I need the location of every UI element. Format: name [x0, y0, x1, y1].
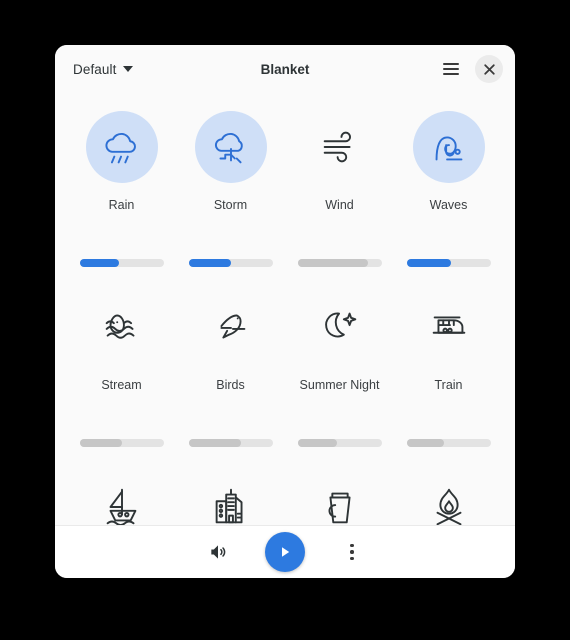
sound-tile-rain[interactable]: Rain	[67, 101, 176, 281]
sound-icon-bubble[interactable]	[86, 291, 158, 363]
moon-star-icon	[324, 312, 356, 338]
volume-slider-stream[interactable]	[79, 439, 164, 447]
sailboat-icon	[106, 488, 136, 525]
sound-grid: Rain Storm Wind Waves Stream Birds Summe…	[55, 101, 515, 525]
volume-slider-train[interactable]	[406, 439, 491, 447]
volume-up-icon	[211, 545, 226, 559]
play-icon	[282, 547, 290, 557]
blanket-window: Default Blanket Rain Storm Wind Waves St…	[55, 45, 515, 578]
sound-icon-bubble[interactable]	[304, 291, 376, 363]
stream-fish-icon	[105, 314, 134, 339]
sound-icon-bubble[interactable]	[195, 291, 267, 363]
city-icon	[215, 488, 243, 524]
sound-label: Stream	[101, 378, 142, 392]
sound-icon-bubble[interactable]	[413, 471, 485, 525]
storm-icon	[214, 133, 243, 164]
sound-icon-bubble[interactable]	[86, 471, 158, 525]
bottom-control-bar	[55, 525, 515, 578]
sound-label: Waves	[429, 198, 468, 212]
close-button[interactable]	[475, 55, 503, 83]
sound-icon-bubble[interactable]	[304, 111, 376, 183]
sound-label: Wind	[325, 198, 354, 212]
volume-slider-fill	[188, 259, 232, 267]
sound-label: Summer Night	[299, 378, 380, 392]
volume-slider-waves[interactable]	[406, 259, 491, 267]
volume-slider-fill	[188, 439, 241, 447]
volume-slider-summer-night[interactable]	[297, 439, 382, 447]
sound-tile-city[interactable]: City	[176, 461, 285, 525]
sound-label: Storm	[213, 198, 248, 212]
coffee-cup-icon	[328, 492, 351, 524]
volume-slider-fill	[79, 439, 122, 447]
sound-tile-summer-night[interactable]: Summer Night	[285, 281, 394, 461]
sound-icon-bubble[interactable]	[85, 111, 158, 183]
sound-label: Birds	[216, 378, 245, 392]
sound-tile-train[interactable]: Train	[394, 281, 503, 461]
volume-slider-wind[interactable]	[297, 259, 382, 267]
bird-icon	[219, 314, 245, 339]
volume-slider-fill	[406, 259, 452, 267]
volume-slider-fill	[79, 259, 119, 267]
sound-icon-bubble[interactable]	[304, 471, 376, 525]
more-options-button[interactable]	[335, 535, 369, 569]
volume-slider-rain[interactable]	[79, 259, 164, 267]
preset-dropdown-button[interactable]: Default	[67, 58, 139, 81]
sound-icon-bubble[interactable]	[412, 111, 485, 183]
rain-icon	[104, 133, 136, 164]
campfire-icon	[436, 488, 461, 525]
sound-tile-storm[interactable]: Storm	[176, 101, 285, 281]
desktop-background: Default Blanket Rain Storm Wind Waves St…	[0, 0, 570, 640]
sound-label: Rain	[108, 198, 135, 212]
sound-tile-wind[interactable]: Wind	[285, 101, 394, 281]
sound-tile-boat[interactable]: Boat	[67, 461, 176, 525]
sound-label: Train	[434, 378, 463, 392]
sound-tile-coffee-shop[interactable]: Coffee Shop	[285, 461, 394, 525]
train-icon	[432, 316, 465, 334]
waves-icon	[435, 136, 462, 161]
sound-icon-bubble[interactable]	[413, 291, 485, 363]
sound-grid-scroll-area[interactable]: Rain Storm Wind Waves Stream Birds Summe…	[55, 93, 515, 525]
header-bar: Default Blanket	[55, 45, 515, 93]
wind-icon	[323, 131, 351, 163]
hamburger-menu-button[interactable]	[437, 55, 465, 83]
volume-button[interactable]	[201, 535, 235, 569]
sound-icon-bubble[interactable]	[194, 111, 267, 183]
play-button[interactable]	[265, 532, 305, 572]
volume-slider-storm[interactable]	[188, 259, 273, 267]
sound-tile-waves[interactable]: Waves	[394, 101, 503, 281]
volume-slider-fill	[297, 259, 369, 267]
volume-slider-birds[interactable]	[188, 439, 273, 447]
preset-label: Default	[73, 61, 117, 77]
close-icon	[483, 63, 495, 75]
more-vertical-icon	[350, 543, 354, 561]
sound-icon-bubble[interactable]	[195, 471, 267, 525]
volume-slider-fill	[406, 439, 445, 447]
sound-tile-stream[interactable]: Stream	[67, 281, 176, 461]
volume-slider-fill	[297, 439, 337, 447]
chevron-down-icon	[123, 66, 134, 72]
sound-tile-fireplace[interactable]: Fireplace	[394, 461, 503, 525]
hamburger-menu-icon	[443, 63, 459, 75]
sound-tile-birds[interactable]: Birds	[176, 281, 285, 461]
header-left-group: Default	[67, 58, 139, 81]
header-right-group	[437, 55, 503, 83]
